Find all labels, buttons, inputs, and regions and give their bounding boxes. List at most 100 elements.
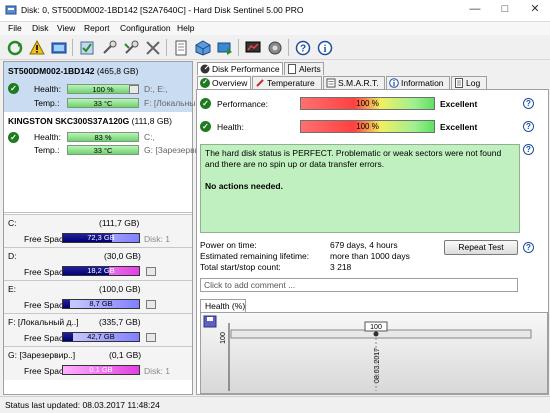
window-title: Disk: 0, ST500DM002-1BD142 [S2A7640C] - … — [21, 5, 304, 15]
volume-disk: Disk: 1 — [144, 234, 170, 244]
tab-temperature[interactable]: Temperature — [252, 76, 322, 89]
disk-mini-icon — [146, 267, 156, 276]
menu-disk[interactable]: Disk — [32, 23, 49, 33]
tab-disk-performance[interactable]: Disk Performance — [197, 62, 283, 75]
status-recommendation: No actions needed. — [205, 181, 283, 191]
log-icon — [455, 78, 463, 88]
close-button[interactable]: ✕ — [520, 0, 550, 20]
thermometer-icon — [256, 79, 264, 87]
report-icon[interactable] — [49, 38, 68, 57]
ok-check-icon: ✓ — [200, 121, 211, 132]
tab-label: S.M.A.R.T. — [338, 78, 379, 88]
x-tick-label: 08.03.2017 — [374, 348, 381, 383]
partitions-label: C:, — [144, 132, 155, 142]
power-on-value: 679 days, 4 hours — [330, 240, 398, 250]
tab-label: Temperature — [267, 78, 315, 88]
disk-item[interactable]: ST500DM002-1BD142 (465,8 GB) ✓ Health: 1… — [4, 62, 200, 112]
disk-mini-icon — [129, 85, 139, 94]
tab-overview[interactable]: ✓ Overview — [197, 76, 251, 89]
maximize-button[interactable]: □ — [490, 0, 520, 20]
help-icon[interactable]: ? — [523, 121, 534, 132]
disk-size: (111,8 GB) — [131, 116, 172, 126]
disk-item[interactable]: KINGSTON SKC300S37A120G (111,8 GB) ✓ Hea… — [4, 112, 204, 158]
tab-label: Log — [466, 78, 481, 88]
menu-report[interactable]: Report — [84, 23, 110, 33]
tab-health-percent[interactable]: Health (%) — [200, 299, 246, 312]
help-icon[interactable]: ? — [523, 98, 534, 109]
temp-label: Temp.: — [34, 145, 60, 155]
tab-label: Overview — [212, 78, 248, 88]
pane-divider — [4, 212, 192, 213]
help-icon[interactable]: ? — [523, 144, 534, 155]
health-label: Health: — [34, 84, 61, 94]
status-message-box: The hard disk status is PERFECT. Problem… — [200, 144, 520, 233]
free-space-value: 18,2 GB — [87, 266, 115, 275]
repair-icon[interactable] — [121, 38, 140, 57]
disk-mini-icon — [146, 300, 156, 309]
comment-input[interactable]: Click to add comment ... — [200, 278, 518, 292]
ok-check-icon: ✓ — [8, 83, 19, 94]
alert-icon[interactable] — [27, 38, 46, 57]
volume-item[interactable]: E: (100,0 GB) Free Space 8,7 GB — [4, 280, 192, 313]
help-icon[interactable]: ? — [523, 242, 534, 253]
volume-item[interactable]: F: [Локальный д..] (335,7 GB) Free Space… — [4, 313, 192, 346]
menu-help[interactable]: Help — [177, 23, 194, 33]
disk-list-pane: ST500DM002-1BD142 (465,8 GB) ✓ Health: 1… — [3, 61, 204, 395]
menu-configuration[interactable]: Configuration — [120, 23, 171, 33]
info-icon[interactable]: i — [315, 38, 334, 57]
svg-text:i: i — [323, 44, 326, 55]
app-icon — [5, 5, 17, 15]
health-chart-svg: 100 100 08.03.2017 — [203, 315, 532, 391]
status-text: Status last updated: 08.03.2017 11:48:24 — [5, 400, 160, 410]
help-icon[interactable]: ? — [293, 38, 312, 57]
start-stop-label: Total start/stop count: — [200, 262, 281, 272]
health-label: Health: — [217, 122, 244, 132]
monitor-chart-icon[interactable] — [243, 38, 262, 57]
detail-tab-row: ✓ Overview Temperature S.M.A.R.T. Inform… — [197, 76, 549, 89]
settings-icon[interactable] — [265, 38, 284, 57]
surface-test-icon[interactable] — [99, 38, 118, 57]
tab-label: Information — [401, 78, 444, 88]
free-space-bar: 42,7 GB — [62, 332, 140, 342]
free-space-value: 0.1 GB — [89, 365, 113, 374]
tab-information[interactable]: Information — [386, 76, 450, 89]
tab-alerts[interactable]: Alerts — [284, 62, 324, 75]
test-icon[interactable] — [77, 38, 96, 57]
performance-label: Performance: — [217, 99, 269, 109]
volume-item[interactable]: G: [Зарезервир..] (0,1 GB) Free Space 0.… — [4, 346, 192, 380]
data-point — [373, 331, 379, 337]
health-label: Health: — [34, 132, 61, 142]
volume-size: (0,1 GB) — [109, 350, 142, 360]
volume-size: (30,0 GB) — [104, 251, 141, 261]
disk-size: (465,8 GB) — [96, 66, 139, 76]
toolbar: ? i — [0, 35, 550, 60]
tab-label: Alerts — [299, 64, 321, 74]
repeat-test-button[interactable]: Repeat Test — [444, 240, 518, 255]
menu-view[interactable]: View — [57, 23, 75, 33]
volume-size: (335,7 GB) — [99, 317, 141, 327]
menu-bar: File Disk View Report Configuration Help — [0, 22, 550, 35]
menu-file[interactable]: File — [8, 23, 22, 33]
tab-log[interactable]: Log — [451, 76, 487, 89]
remaining-lifetime-label: Estimated remaining lifetime: — [200, 251, 310, 261]
tab-smart[interactable]: S.M.A.R.T. — [323, 76, 385, 89]
cube-icon[interactable] — [193, 38, 212, 57]
info-icon — [389, 78, 399, 88]
partitions-label: D:, E:, — [144, 84, 168, 94]
toolbar-separator — [166, 39, 167, 56]
toolbar-separator — [238, 39, 239, 56]
free-space-bar: 0.1 GB — [62, 365, 140, 375]
document-icon[interactable] — [171, 38, 190, 57]
send-icon[interactable] — [215, 38, 234, 57]
volume-disk: Disk: 1 — [144, 366, 170, 376]
free-space-bar: 8,7 GB — [62, 299, 140, 309]
y-axis-label: 100 — [220, 332, 227, 344]
refresh-icon[interactable] — [5, 38, 24, 57]
volume-name: G: [Зарезервир..] — [8, 350, 76, 360]
minimize-button[interactable]: — — [460, 0, 490, 20]
volume-size: (111,7 GB) — [99, 218, 140, 228]
volume-item[interactable]: D: (30,0 GB) Free Space 18,2 GB — [4, 247, 192, 280]
volume-item[interactable]: C: (111,7 GB) Free Space 72,3 GB Disk: 1 — [4, 214, 192, 247]
tools-icon[interactable] — [143, 38, 162, 57]
volume-size: (100,0 GB) — [99, 284, 141, 294]
